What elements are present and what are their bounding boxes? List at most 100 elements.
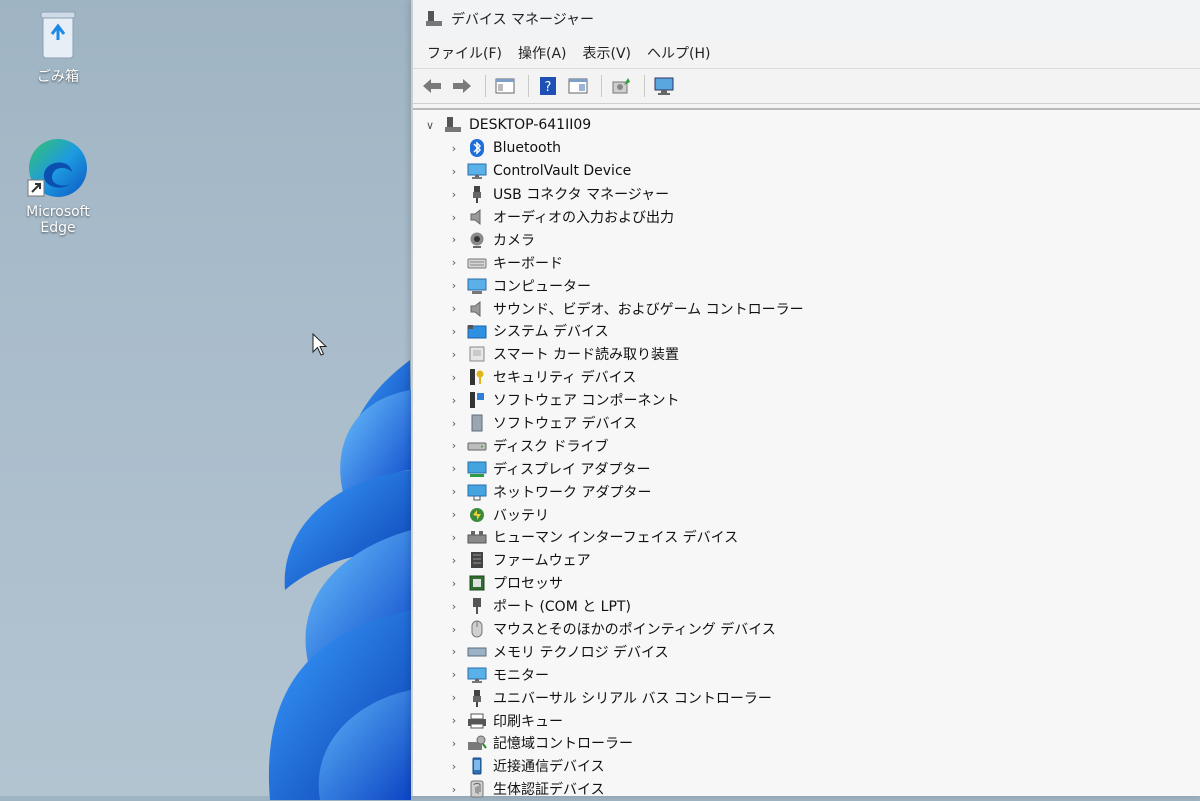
tree-category-item[interactable]: › ControlVault Device — [413, 160, 1200, 183]
expand-chevron-icon[interactable]: › — [447, 211, 461, 224]
expand-chevron-icon[interactable]: › — [447, 417, 461, 430]
speaker-icon — [467, 208, 487, 226]
memory-icon — [467, 643, 487, 661]
expand-chevron-icon[interactable]: › — [447, 302, 461, 315]
tree-category-item[interactable]: › 記憶域コントローラー — [413, 732, 1200, 755]
menu-file[interactable]: ファイル(F) — [419, 43, 510, 63]
computer-icon — [467, 277, 487, 295]
expand-chevron-icon[interactable]: › — [447, 577, 461, 590]
expand-chevron-icon[interactable]: › — [447, 691, 461, 704]
expand-chevron-icon[interactable]: › — [447, 600, 461, 613]
expand-chevron-icon[interactable]: › — [447, 439, 461, 452]
help-icon: ? — [540, 77, 556, 95]
tree-category-item[interactable]: › スマート カード読み取り装置 — [413, 343, 1200, 366]
forward-button[interactable] — [449, 74, 475, 98]
category-list: › Bluetooth › ControlVault Device › USB コネクタ … — [413, 137, 1200, 801]
tree-category-item[interactable]: › 近接通信デバイス — [413, 755, 1200, 778]
tree-category-item[interactable]: › メモリ テクノロジ デバイス — [413, 640, 1200, 663]
toolbar-separator — [601, 75, 602, 97]
expand-chevron-icon[interactable]: › — [447, 623, 461, 636]
show-hide-console-tree-button[interactable] — [492, 74, 518, 98]
tree-category-item[interactable]: › ネットワーク アダプター — [413, 480, 1200, 503]
tree-category-item[interactable]: › セキュリティ デバイス — [413, 366, 1200, 389]
menu-bar: ファイル(F) 操作(A) 表示(V) ヘルプ(H) — [413, 38, 1200, 69]
tree-category-item[interactable]: › ディスプレイ アダプター — [413, 457, 1200, 480]
expand-chevron-icon[interactable]: › — [447, 188, 461, 201]
scan-hardware-button[interactable] — [651, 74, 677, 98]
expand-chevron-icon[interactable]: › — [447, 325, 461, 338]
desktop-icon-edge[interactable]: Microsoft Edge — [18, 136, 98, 236]
device-tree: ∨ DESKTOP-641II09 › Bluetooth › ControlVaul… — [413, 108, 1200, 798]
firmware-icon — [467, 551, 487, 569]
expand-chevron-icon[interactable]: › — [447, 645, 461, 658]
help-button[interactable]: ? — [535, 74, 561, 98]
tree-root-label: DESKTOP-641II09 — [469, 117, 592, 134]
mouse-cursor-icon — [312, 333, 328, 356]
edge-label-line1: Microsoft — [26, 204, 90, 220]
expand-chevron-icon[interactable]: › — [447, 279, 461, 292]
tree-category-item[interactable]: › 印刷キュー — [413, 709, 1200, 732]
tree-category-label: 近接通信デバイス — [493, 759, 605, 776]
expand-chevron-icon[interactable]: › — [447, 462, 461, 475]
tree-category-item[interactable]: › ヒューマン インターフェイス デバイス — [413, 526, 1200, 549]
tree-category-label: ソフトウェア コンポーネント — [493, 393, 680, 410]
arrow-left-icon — [423, 79, 441, 93]
expand-chevron-icon[interactable]: › — [447, 668, 461, 681]
expand-chevron-icon[interactable]: › — [447, 531, 461, 544]
expand-chevron-icon[interactable]: › — [447, 760, 461, 773]
expand-chevron-icon[interactable]: › — [447, 783, 461, 796]
expand-chevron-icon[interactable]: › — [447, 256, 461, 269]
tree-category-item[interactable]: › サウンド、ビデオ、およびゲーム コントローラー — [413, 297, 1200, 320]
tree-category-item[interactable]: › オーディオの入力および出力 — [413, 206, 1200, 229]
battery-icon — [467, 506, 487, 524]
tree-root[interactable]: ∨ DESKTOP-641II09 — [413, 114, 1200, 137]
collapse-chevron-icon[interactable]: ∨ — [423, 119, 437, 132]
tree-category-item[interactable]: › プロセッサ — [413, 572, 1200, 595]
expand-chevron-icon[interactable]: › — [447, 371, 461, 384]
tree-category-item[interactable]: › バッテリ — [413, 503, 1200, 526]
tree-category-item[interactable]: › ポート (COM と LPT) — [413, 595, 1200, 618]
tree-category-label: ディスク ドライブ — [493, 438, 609, 455]
expand-chevron-icon[interactable]: › — [447, 714, 461, 727]
tree-category-item[interactable]: › ソフトウェア デバイス — [413, 412, 1200, 435]
menu-help[interactable]: ヘルプ(H) — [639, 43, 718, 63]
tree-category-item[interactable]: › コンピューター — [413, 274, 1200, 297]
menu-action[interactable]: 操作(A) — [510, 43, 575, 63]
keyboard-icon — [467, 254, 487, 272]
expand-chevron-icon[interactable]: › — [447, 508, 461, 521]
edge-icon — [27, 139, 87, 197]
tree-category-item[interactable]: › USB コネクタ マネージャー — [413, 183, 1200, 206]
tree-category-item[interactable]: › ディスク ドライブ — [413, 434, 1200, 457]
speaker-icon — [467, 300, 487, 318]
update-driver-button[interactable] — [608, 74, 634, 98]
tree-category-item[interactable]: › マウスとそのほかのポインティング デバイス — [413, 618, 1200, 641]
expand-chevron-icon[interactable]: › — [447, 485, 461, 498]
desktop-icon-recycle-bin[interactable]: ごみ箱 — [18, 8, 98, 86]
toolbar-separator — [644, 75, 645, 97]
back-button[interactable] — [419, 74, 445, 98]
tree-category-item[interactable]: › Bluetooth — [413, 137, 1200, 160]
properties-button[interactable] — [565, 74, 591, 98]
disk-drive-icon — [467, 437, 487, 455]
tree-category-label: ControlVault Device — [493, 163, 632, 180]
tree-category-item[interactable]: › システム デバイス — [413, 320, 1200, 343]
tree-category-item[interactable]: › カメラ — [413, 228, 1200, 251]
tree-category-item[interactable]: › モニター — [413, 663, 1200, 686]
expand-chevron-icon[interactable]: › — [447, 233, 461, 246]
expand-chevron-icon[interactable]: › — [447, 348, 461, 361]
tree-category-label: ユニバーサル シリアル バス コントローラー — [493, 690, 772, 707]
tree-category-item[interactable]: › ソフトウェア コンポーネント — [413, 389, 1200, 412]
expand-chevron-icon[interactable]: › — [447, 165, 461, 178]
hid-icon — [467, 528, 487, 546]
expand-chevron-icon[interactable]: › — [447, 142, 461, 155]
tree-category-item[interactable]: › キーボード — [413, 251, 1200, 274]
tree-category-item[interactable]: › ユニバーサル シリアル バス コントローラー — [413, 686, 1200, 709]
expand-chevron-icon[interactable]: › — [447, 394, 461, 407]
tree-category-item[interactable]: › 生体認証デバイス — [413, 778, 1200, 801]
expand-chevron-icon[interactable]: › — [447, 737, 461, 750]
folder-icon — [467, 322, 487, 340]
tree-category-item[interactable]: › ファームウェア — [413, 549, 1200, 572]
menu-view[interactable]: 表示(V) — [575, 43, 640, 63]
expand-chevron-icon[interactable]: › — [447, 554, 461, 567]
processor-icon — [467, 574, 487, 592]
